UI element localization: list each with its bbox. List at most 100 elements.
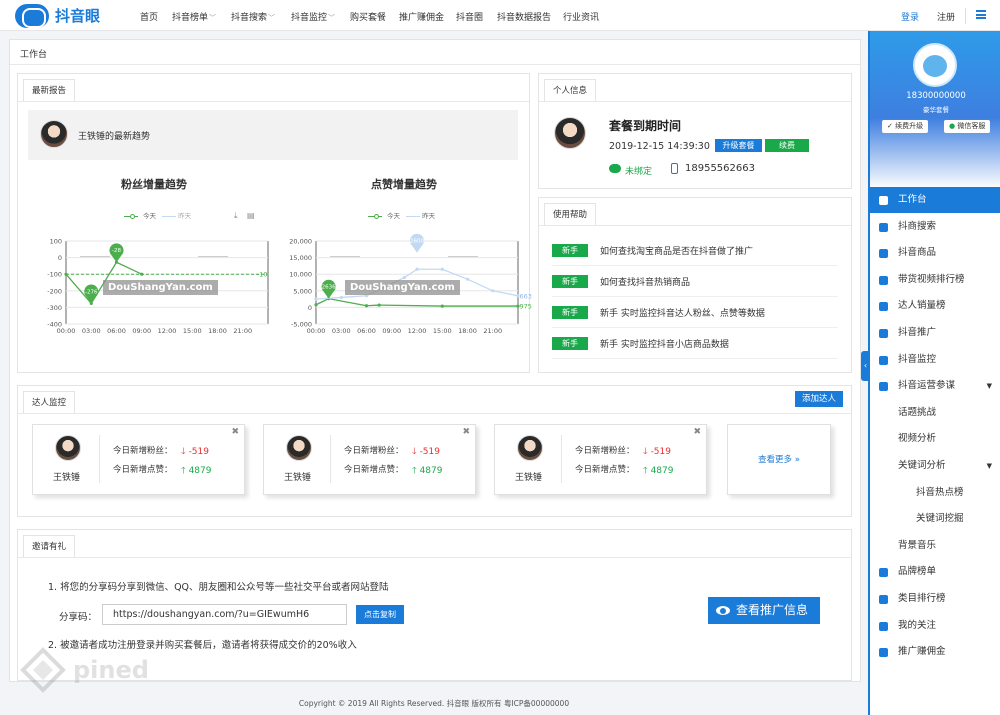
influencer-card[interactable]: ✖ 王铁锤 今日新增粉丝： 🡓 -519 今日新增点赞： 🡑 4879 (263, 424, 476, 495)
legend-today[interactable]: 今天 (387, 212, 400, 220)
y-tick-label: 0 (308, 304, 312, 312)
sidebar-item[interactable]: 视频分析 (870, 426, 1000, 452)
x-tick-label: 15:00 (183, 327, 202, 335)
nav-item-label: 抖音监控 (291, 13, 328, 23)
tab-influencer-monitor[interactable]: 达人监控 (23, 391, 76, 413)
add-influencer-button[interactable]: 添加达人 (795, 391, 843, 407)
upgrade-plan-button[interactable]: 升级套餐 (715, 139, 762, 152)
nav-item[interactable]: 抖音监控﹀ (291, 10, 335, 23)
help-article[interactable]: 新手 新手 实时监控抖音小店商品数据 (552, 328, 838, 359)
nav-item[interactable]: 抖音搜索﹀ (231, 10, 275, 23)
wechat-service-button[interactable]: ● 微信客服 (944, 120, 991, 133)
close-icon[interactable]: ✖ (231, 427, 239, 437)
legend-yesterday[interactable]: 昨天 (422, 212, 435, 220)
x-tick-label: 00:00 (57, 327, 76, 335)
wechat-bind-status[interactable]: 未绑定 (625, 164, 652, 177)
sidebar-item[interactable]: 抖音推广 (870, 320, 1000, 346)
hamburger-menu-icon[interactable] (976, 10, 986, 19)
help-article[interactable]: 新手 如何查找抖音热销商品 (552, 266, 838, 297)
data-point (140, 272, 144, 276)
nav-item-label: 抖音数据报告 (497, 13, 552, 23)
profile-panel: 个人信息 套餐到期时间 2019-12-15 14:39:30 升级套餐 续费 … (538, 73, 852, 189)
share-code-label: 分享码： (59, 612, 98, 623)
help-tag: 新手 (552, 275, 588, 288)
influencer-card[interactable]: ✖ 王铁锤 今日新增粉丝： 🡓 -519 今日新增点赞： 🡑 4879 (32, 424, 245, 495)
product-icon (879, 249, 888, 259)
sidebar-item[interactable]: 带货视频排行榜 (870, 267, 1000, 293)
data-point (64, 272, 68, 276)
nav-item[interactable]: 购买套餐 (350, 10, 386, 23)
tab-invite[interactable]: 邀请有礼 (23, 535, 76, 557)
renew-button[interactable]: 续费 (765, 139, 809, 152)
data-view-icon[interactable]: ▤ (247, 211, 255, 220)
share-code-input[interactable] (102, 604, 347, 625)
view-promo-info-button[interactable]: 查看推广信息 (708, 597, 820, 624)
pined-watermark-logo: pined (20, 647, 149, 693)
legend-swatch-yesterday (162, 215, 177, 217)
x-tick-label: 12:00 (408, 327, 427, 335)
close-icon[interactable]: ✖ (462, 427, 470, 437)
sidebar-item-label: 抖音热点榜 (916, 486, 964, 498)
sidebar-item[interactable]: 关键词分析 ▼ (870, 453, 1000, 479)
nav-item[interactable]: 行业资讯 (563, 10, 599, 23)
promo-button-label: 查看推广信息 (736, 603, 809, 617)
sidebar-item[interactable]: 我的关注 (870, 613, 1000, 639)
data-label: -276 (85, 289, 98, 295)
tab-latest-report[interactable]: 最新报告 (23, 79, 76, 101)
x-tick-label: 06:00 (357, 327, 376, 335)
tab-profile[interactable]: 个人信息 (544, 79, 597, 101)
influencer-card[interactable]: ✖ 王铁锤 今日新增粉丝： 🡓 -519 今日新增点赞： 🡑 4879 (494, 424, 707, 495)
sidebar-item[interactable]: 抖商搜索 (870, 214, 1000, 240)
download-icon[interactable]: ⤓ (234, 211, 238, 221)
user-plan: 豪华套餐 (923, 106, 949, 114)
nav-item[interactable]: 推广赚佣金 (399, 10, 444, 23)
sidebar-item[interactable]: 类目排行榜 (870, 586, 1000, 612)
copy-button[interactable]: 点击复制 (356, 605, 404, 624)
nav-item[interactable]: 首页 (140, 10, 158, 23)
sidebar-item[interactable]: 抖音运营参谋 ▼ (870, 373, 1000, 399)
sidebar-item[interactable]: 抖音热点榜 (870, 480, 1000, 506)
renew-upgrade-button[interactable]: ✓ 续费升级 (882, 120, 929, 133)
eye-icon (879, 621, 888, 631)
fans-label: 今日新增粉丝： (575, 446, 635, 456)
sidebar-item[interactable]: 背景音乐 (870, 533, 1000, 559)
user-avatar[interactable] (913, 43, 957, 87)
register-link[interactable]: 注册 (937, 10, 955, 23)
sidebar-item[interactable]: 品牌榜单 (870, 559, 1000, 585)
phone-icon (671, 163, 678, 174)
top-navbar: 抖音眼 首页 抖音榜单﹀ 抖音搜索﹀ 抖音监控﹀ 购买套餐 推广赚佣金 抖音圈 抖音数据报告 行… (0, 0, 1000, 31)
sidebar-item[interactable]: 推广赚佣金 (870, 639, 1000, 665)
brand-logo[interactable]: 抖音眼 (15, 3, 100, 28)
help-article[interactable]: 新手 新手 实时监控抖音达人粉丝、点赞等数据 (552, 297, 838, 328)
help-article[interactable]: 新手 如何查找淘宝商品是否在抖音做了推广 (552, 235, 838, 266)
legend-today[interactable]: 今天 (143, 212, 156, 220)
sidebar-item-label: 抖音运营参谋 (898, 380, 956, 392)
nav-item[interactable]: 抖音圈 (456, 10, 483, 23)
sidebar-item[interactable]: 话题挑战 (870, 400, 1000, 426)
search-icon (879, 222, 888, 232)
see-more-link[interactable]: 查看更多 » (727, 424, 831, 495)
report-header[interactable]: 王铁锤的最新趋势 (28, 110, 518, 160)
fans-number: -519 (419, 447, 440, 457)
influencer-monitor-panel: 达人监控 添加达人 ✖ 王铁锤 今日新增粉丝： 🡓 -519 今日新增点赞： 🡑 4879… (17, 385, 852, 517)
nav-item-label: 抖音圈 (456, 13, 484, 23)
nav-item[interactable]: 抖音数据报告 (497, 10, 551, 23)
data-point (440, 267, 444, 271)
sidebar-item[interactable]: 抖音商品 (870, 240, 1000, 266)
sidebar-item[interactable]: 工作台 (870, 187, 1000, 213)
sidebar-item-label: 视频分析 (898, 433, 937, 445)
sidebar-item[interactable]: 抖音监控 (870, 347, 1000, 373)
sidebar-item[interactable]: 关键词挖掘 (870, 506, 1000, 532)
data-point (314, 303, 318, 307)
legend-yesterday[interactable]: 昨天 (178, 212, 191, 220)
login-link[interactable]: 登录 (901, 10, 919, 23)
sidebar-item[interactable]: 达人销量榜 (870, 293, 1000, 319)
likes-number: 4879 (419, 466, 443, 476)
likes-label: 今日新增点赞： (113, 465, 173, 475)
help-article-title: 新手 实时监控抖音达人粉丝、点赞等数据 (600, 309, 765, 319)
nav-item[interactable]: 抖音榜单﹀ (172, 10, 216, 23)
nav-divider (965, 8, 966, 24)
sidebar-item-label: 抖音推广 (898, 327, 937, 338)
tab-help[interactable]: 使用帮助 (544, 203, 597, 225)
close-icon[interactable]: ✖ (693, 427, 701, 437)
